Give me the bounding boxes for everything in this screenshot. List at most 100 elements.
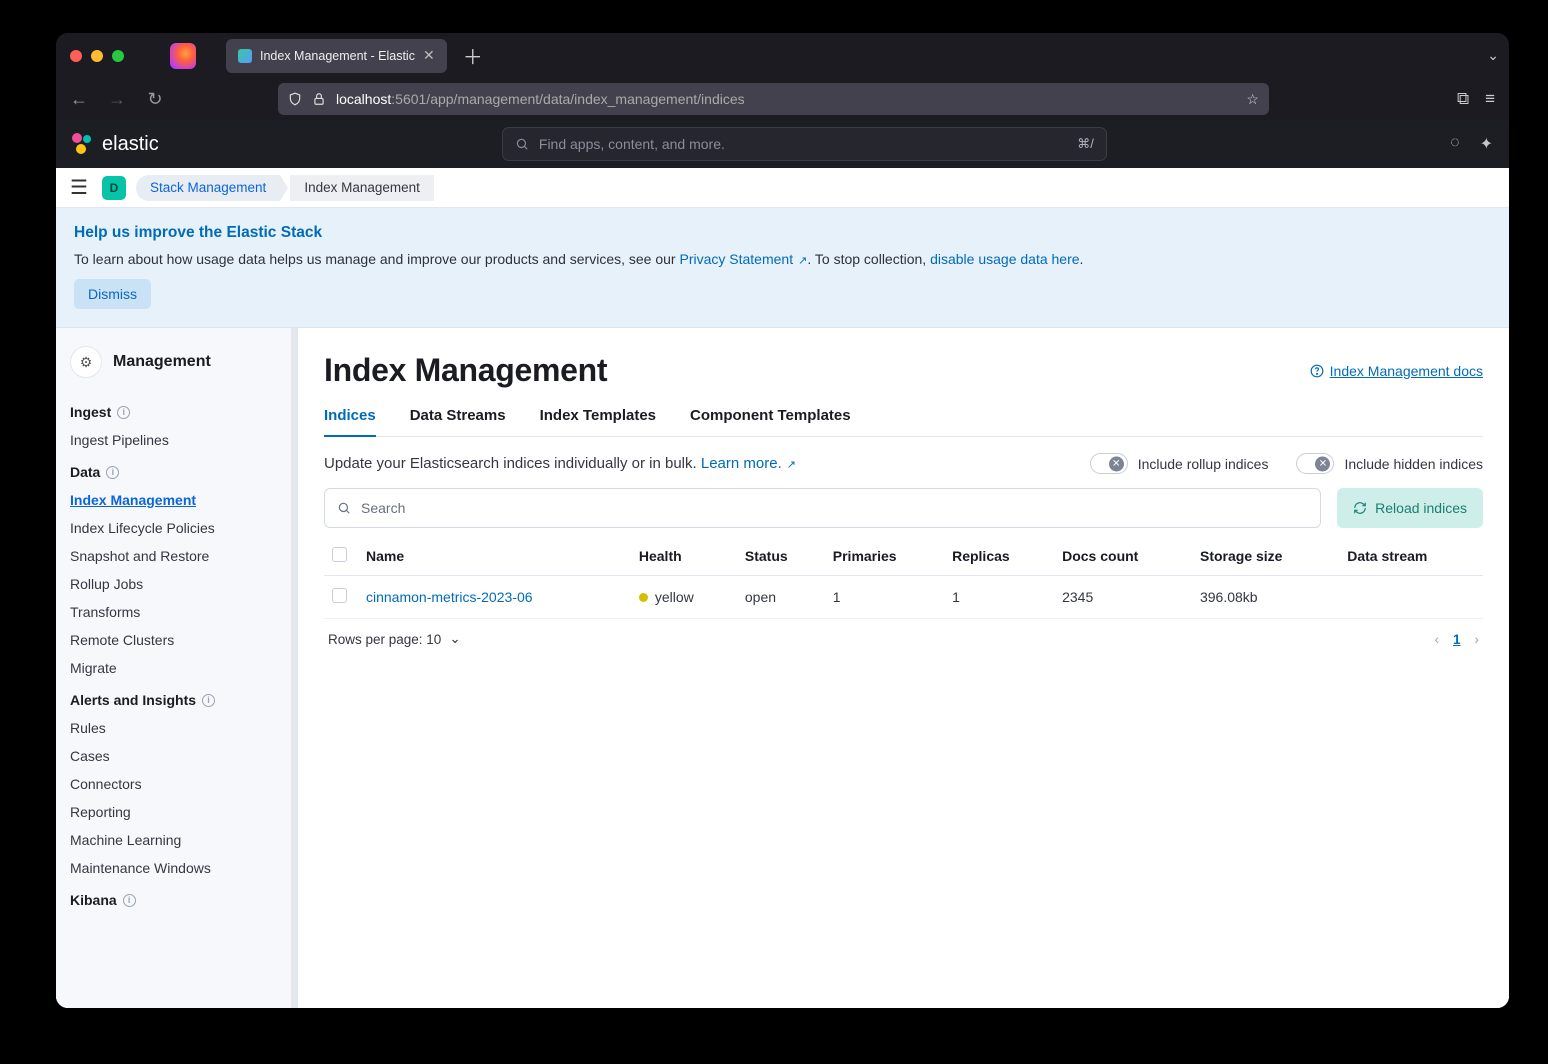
page-title: Index Management	[324, 352, 607, 389]
app-menu-icon[interactable]: ≡	[1485, 89, 1495, 109]
toggle-switch-icon[interactable]	[1090, 453, 1128, 474]
tab-list: Indices Data Streams Index Templates Com…	[324, 407, 1483, 437]
sidebar-item[interactable]: Rollup Jobs	[56, 570, 297, 598]
reload-indices-button[interactable]: Reload indices	[1337, 488, 1483, 528]
next-page-icon[interactable]: ›	[1475, 632, 1480, 647]
page-number[interactable]: 1	[1453, 632, 1461, 647]
health-dot-icon	[639, 593, 648, 602]
select-all-checkbox[interactable]	[332, 547, 347, 562]
info-icon: i	[202, 694, 215, 707]
browser-toolbar: ← → ↻ localhost:5601/app/management/data…	[56, 78, 1509, 120]
global-search[interactable]: Find apps, content, and more. ⌘/	[502, 127, 1107, 161]
gear-icon: ⚙	[70, 346, 102, 378]
tab-component-templates[interactable]: Component Templates	[690, 407, 851, 436]
toggle-hidden[interactable]: Include hidden indices	[1296, 453, 1483, 474]
maximize-window-icon[interactable]	[112, 50, 124, 62]
sidebar-item[interactable]: Ingest Pipelines	[56, 426, 297, 454]
sidebar-item[interactable]: Cases	[56, 742, 297, 770]
sidebar-section-heading: Alerts and Insightsi	[56, 682, 297, 714]
address-bar[interactable]: localhost:5601/app/management/data/index…	[278, 83, 1269, 115]
workspace: ⚙ Management IngestiIngest PipelinesData…	[56, 328, 1509, 1008]
tab-index-templates[interactable]: Index Templates	[540, 407, 656, 436]
cell-primaries: 1	[825, 576, 944, 619]
bookmark-star-icon[interactable]: ☆	[1246, 91, 1259, 108]
chevron-down-icon: ⌄	[449, 631, 460, 647]
extensions-icon[interactable]: ⧉	[1457, 89, 1469, 109]
elastic-logo[interactable]: elastic	[72, 133, 159, 156]
learn-more-link[interactable]: Learn more. ↗	[701, 455, 796, 472]
dismiss-button[interactable]: Dismiss	[74, 279, 151, 309]
col-health[interactable]: Health	[631, 538, 737, 576]
cell-stream	[1339, 576, 1483, 619]
minimize-window-icon[interactable]	[91, 50, 103, 62]
newsfeed-icon[interactable]: ✦	[1480, 134, 1493, 154]
new-tab-button[interactable]: ＋	[463, 41, 483, 70]
window-titlebar: Index Management - Elastic ✕ ＋ ⌄	[56, 33, 1509, 78]
sidebar-item[interactable]: Maintenance Windows	[56, 854, 297, 882]
col-docs[interactable]: Docs count	[1054, 538, 1192, 576]
sidebar-item[interactable]: Snapshot and Restore	[56, 542, 297, 570]
header-right: ◌ ✦	[1450, 134, 1493, 154]
breadcrumb-index-management: Index Management	[290, 175, 434, 201]
col-status[interactable]: Status	[737, 538, 825, 576]
col-name[interactable]: Name	[358, 538, 631, 576]
back-button[interactable]: ←	[64, 89, 94, 110]
tab-title: Index Management - Elastic	[260, 49, 415, 63]
browser-window: Index Management - Elastic ✕ ＋ ⌄ ← → ↻ l…	[56, 33, 1509, 1008]
info-icon: i	[123, 894, 136, 907]
sidebar-item[interactable]: Machine Learning	[56, 826, 297, 854]
toolbar-right: ⧉ ≡	[1457, 89, 1495, 109]
tab-data-streams[interactable]: Data Streams	[410, 407, 506, 436]
forward-button[interactable]: →	[102, 89, 132, 110]
rows-per-page[interactable]: Rows per page: 10 ⌄	[328, 631, 461, 647]
description-text: Update your Elasticsearch indices indivi…	[324, 455, 796, 472]
breadcrumb-bar: ☰ D Stack Management Index Management	[56, 168, 1509, 208]
sidebar-item[interactable]: Connectors	[56, 770, 297, 798]
sidebar-section-heading: Datai	[56, 454, 297, 486]
sidebar-item[interactable]: Migrate	[56, 654, 297, 682]
browser-tab[interactable]: Index Management - Elastic ✕	[226, 39, 447, 73]
nav-toggle-icon[interactable]: ☰	[66, 175, 92, 200]
sidebar-section-heading: Ingesti	[56, 394, 297, 426]
sidebar-item[interactable]: Rules	[56, 714, 297, 742]
sidebar-item[interactable]: Remote Clusters	[56, 626, 297, 654]
index-name-link[interactable]: cinnamon-metrics-2023-06	[366, 589, 533, 605]
sidebar-title: Management	[113, 353, 211, 371]
external-link-icon: ↗	[795, 255, 807, 267]
col-stream[interactable]: Data stream	[1339, 538, 1483, 576]
col-primaries[interactable]: Primaries	[825, 538, 944, 576]
toggle-rollup[interactable]: Include rollup indices	[1090, 453, 1269, 474]
prev-page-icon[interactable]: ‹	[1434, 632, 1439, 647]
deployment-badge[interactable]: D	[102, 176, 126, 200]
main-content: Index Management Index Management docs I…	[298, 328, 1509, 1008]
col-storage[interactable]: Storage size	[1192, 538, 1339, 576]
reload-page-button[interactable]: ↻	[140, 89, 170, 110]
sidebar-item[interactable]: Index Lifecycle Policies	[56, 514, 297, 542]
toggle-group: Include rollup indices Include hidden in…	[1090, 453, 1483, 474]
description-row: Update your Elasticsearch indices indivi…	[324, 453, 1483, 474]
sidebar-item[interactable]: Transforms	[56, 598, 297, 626]
tabs-dropdown-icon[interactable]: ⌄	[1487, 47, 1499, 64]
privacy-statement-link[interactable]: Privacy Statement ↗	[679, 251, 807, 267]
row-checkbox[interactable]	[332, 588, 347, 603]
firefox-icon	[170, 43, 196, 69]
col-replicas[interactable]: Replicas	[944, 538, 1054, 576]
index-search-input[interactable]: Search	[324, 488, 1321, 528]
sidebar-item[interactable]: Reporting	[56, 798, 297, 826]
cell-status: open	[737, 576, 825, 619]
traffic-lights	[70, 50, 124, 62]
tab-favicon-icon	[238, 49, 252, 63]
tab-indices[interactable]: Indices	[324, 407, 376, 437]
cell-storage: 396.08kb	[1192, 576, 1339, 619]
help-icon[interactable]: ◌	[1450, 134, 1460, 154]
close-window-icon[interactable]	[70, 50, 82, 62]
cell-docs: 2345	[1054, 576, 1192, 619]
disable-usage-link[interactable]: disable usage data here	[930, 251, 1079, 267]
breadcrumb-stack-management[interactable]: Stack Management	[136, 175, 280, 201]
refresh-icon	[1353, 501, 1367, 515]
sidebar-item[interactable]: Index Management	[56, 486, 297, 514]
banner-text: To learn about how usage data helps us m…	[74, 251, 1491, 267]
docs-link[interactable]: Index Management docs	[1310, 363, 1483, 379]
tab-close-icon[interactable]: ✕	[423, 47, 435, 64]
toggle-switch-icon[interactable]	[1296, 453, 1334, 474]
